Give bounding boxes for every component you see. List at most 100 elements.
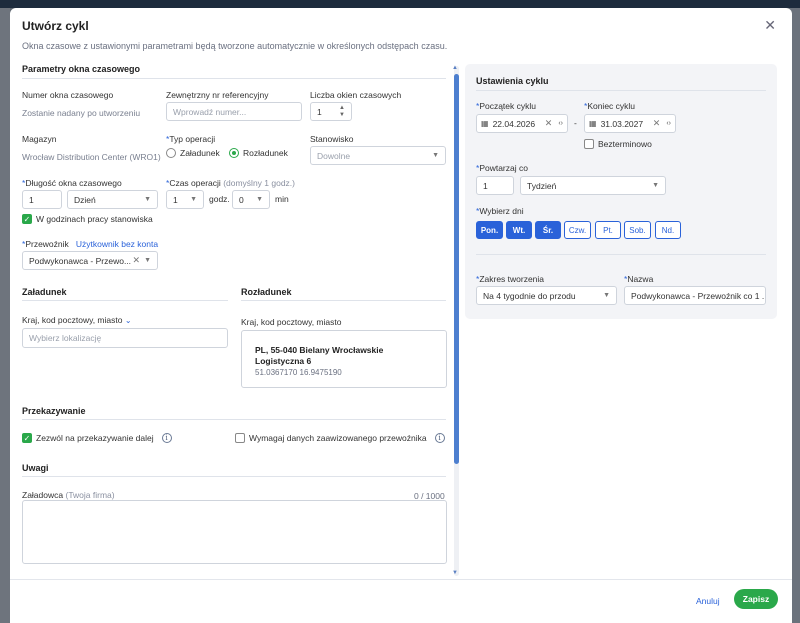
window-length-unit-select[interactable]: Dzień ▼ [67, 190, 158, 209]
window-length-value: 1 [29, 194, 34, 205]
notes-header: Uwagi [22, 463, 49, 473]
carrier-value: Podwykonawca - Przewo... [29, 255, 132, 266]
cycle-end-label: *Koniec cyklu [584, 101, 636, 111]
minutes-unit: min [275, 194, 289, 204]
address-coordinates: 51.0367170 16.9475190 [255, 368, 342, 377]
checkbox-empty[interactable] [235, 433, 245, 443]
work-hours-checkbox[interactable]: ✓ W godzinach pracy stanowiska [22, 214, 153, 224]
day-mon[interactable]: Pon. [476, 221, 503, 239]
indefinite-checkbox[interactable]: Bezterminowo [584, 139, 652, 149]
footer-divider [10, 579, 792, 580]
external-ref-label: Zewnętrzny nr referencyjny [166, 90, 269, 100]
operation-time-label: *Czas operacji (domyślny 1 godz.) [166, 178, 295, 188]
scroll-up-icon[interactable]: ▲ [452, 65, 458, 71]
radio-loading-label: Załadunek [180, 148, 220, 158]
range-value: Na 4 tygodnie do przodu [483, 290, 576, 301]
cancel-button[interactable]: Anuluj [696, 596, 720, 606]
require-advanced-label: Wymagaj danych zaawizowanego przewoźnika [249, 433, 427, 443]
station-value: Dowolne [317, 150, 351, 161]
radio-loading[interactable]: Załadunek [166, 148, 220, 158]
carrier-select[interactable]: Podwykonawca - Przewo... ✕ ▼ [22, 251, 158, 270]
scroll-down-icon[interactable]: ▼ [452, 570, 458, 576]
modal-subtitle: Okna czasowe z ustawionymi parametrami b… [22, 41, 448, 51]
allow-forwarding-checkbox[interactable]: ✓ Zezwól na przekazywanie dalej i [22, 433, 172, 443]
radio-unloading-label: Rozładunek [243, 148, 288, 158]
forwarding-divider [22, 419, 446, 420]
range-select[interactable]: Na 4 tygodnie do przodu ▼ [476, 286, 617, 305]
cycle-start-date[interactable]: ▦ 22.04.2026 ✕ ‹› [476, 114, 568, 133]
days-label: *Wybierz dni [476, 206, 524, 216]
window-length-label: *Długość okna czasowego [22, 178, 122, 188]
info-icon[interactable]: i [434, 433, 445, 443]
window-number-value: Zostanie nadany po utworzeniu [22, 108, 141, 118]
background-left [0, 8, 10, 623]
stepper-arrows-icon[interactable]: ▲ ▼ [339, 105, 345, 119]
cycle-start-label: *Początek cyklu [476, 101, 537, 111]
loading-location-label: Kraj, kod pocztowy, miasto ⌄ [22, 315, 132, 325]
chevron-down-icon: ▼ [190, 196, 197, 203]
save-button[interactable]: Zapisz [734, 589, 778, 609]
external-ref-input[interactable]: Wprowadź numer... [166, 102, 302, 121]
chevron-down-icon: ▼ [432, 152, 439, 159]
chevron-down-icon: ▼ [603, 292, 610, 299]
station-select[interactable]: Dowolne ▼ [310, 146, 446, 165]
loader-label: Załadowca (Twoja firma) [22, 490, 115, 500]
cycle-header: Ustawienia cyklu [476, 76, 549, 86]
hours-select[interactable]: 1 ▼ [166, 190, 204, 209]
day-fri[interactable]: Pt. [595, 221, 621, 239]
notes-textarea[interactable] [22, 500, 447, 564]
info-icon[interactable]: i [161, 433, 172, 443]
clear-icon[interactable]: ✕ [653, 118, 661, 129]
day-wed[interactable]: Śr. [535, 221, 561, 239]
station-label: Stanowisko [310, 134, 354, 144]
calendar-icon: ▦ [589, 119, 597, 128]
repeat-unit-select[interactable]: Tydzień ▼ [520, 176, 666, 195]
clear-icon[interactable]: ✕ [545, 118, 553, 129]
checkmark-icon[interactable]: ✓ [22, 433, 32, 443]
unloading-header: Rozładunek [241, 287, 292, 297]
repeat-value: 1 [483, 180, 488, 191]
loading-header: Załadunek [22, 287, 67, 297]
work-hours-label: W godzinach pracy stanowiska [36, 214, 153, 224]
window-count-value: 1 [317, 106, 322, 117]
day-thu[interactable]: Czw. [564, 221, 591, 239]
radio-unloading-dot[interactable] [229, 148, 239, 158]
window-length-input[interactable]: 1 [22, 190, 62, 209]
minutes-select[interactable]: 0 ▼ [232, 190, 270, 209]
name-input[interactable]: Podwykonawca - Przewoźnik co 1 ... [624, 286, 766, 305]
hours-unit: godz. [209, 194, 230, 204]
cycle-end-date[interactable]: ▦ 31.03.2027 ✕ ‹› [584, 114, 676, 133]
external-ref-placeholder: Wprowadź numer... [173, 106, 247, 117]
day-sun[interactable]: Nd. [655, 221, 681, 239]
carrier-label: *Przewoźnik Użytkownik bez konta [22, 239, 159, 249]
window-count-stepper[interactable]: 1 ▲ ▼ [310, 102, 352, 121]
name-label: *Nazwa [624, 274, 654, 284]
arrows-icon[interactable]: ‹› [666, 120, 671, 127]
cycle-start-value: 22.04.2026 [492, 118, 536, 129]
checkmark-icon[interactable]: ✓ [22, 214, 32, 224]
checkbox-empty[interactable] [584, 139, 594, 149]
cycle-end-value: 31.03.2027 [600, 118, 644, 129]
scrollbar-thumb[interactable] [454, 74, 459, 464]
window-number-label: Numer okna czasowego [22, 90, 114, 100]
carrier-no-account-link[interactable]: Użytkownik bez konta [76, 239, 158, 249]
chevron-down-icon: ▼ [144, 196, 151, 203]
radio-unloading[interactable]: Rozładunek [229, 148, 288, 158]
loading-divider [22, 300, 228, 301]
create-cycle-modal: Utwórz cykl ✕ Okna czasowe z ustawionymi… [10, 8, 792, 623]
params-header: Parametry okna czasowego [22, 64, 141, 74]
radio-loading-dot[interactable] [166, 148, 176, 158]
unloading-divider [241, 300, 446, 301]
unloading-address-card[interactable]: PL, 55-040 Bielany Wrocławskie Logistycz… [241, 330, 447, 388]
close-icon[interactable]: ✕ [764, 17, 776, 34]
clear-icon[interactable]: ✕ [133, 255, 141, 266]
arrows-icon[interactable]: ‹› [558, 120, 563, 127]
repeat-input[interactable]: 1 [476, 176, 514, 195]
loading-location-input[interactable]: Wybierz lokalizację [22, 328, 228, 348]
chevron-down-icon: ▼ [652, 182, 659, 189]
day-tue[interactable]: Wt. [506, 221, 532, 239]
warehouse-value: Wrocław Distribution Center (WRO1) [22, 152, 161, 162]
require-advanced-checkbox[interactable]: Wymagaj danych zaawizowanego przewoźnika… [235, 433, 445, 443]
address-line2: Logistyczna 6 [255, 356, 312, 366]
day-sat[interactable]: Sob. [624, 221, 651, 239]
